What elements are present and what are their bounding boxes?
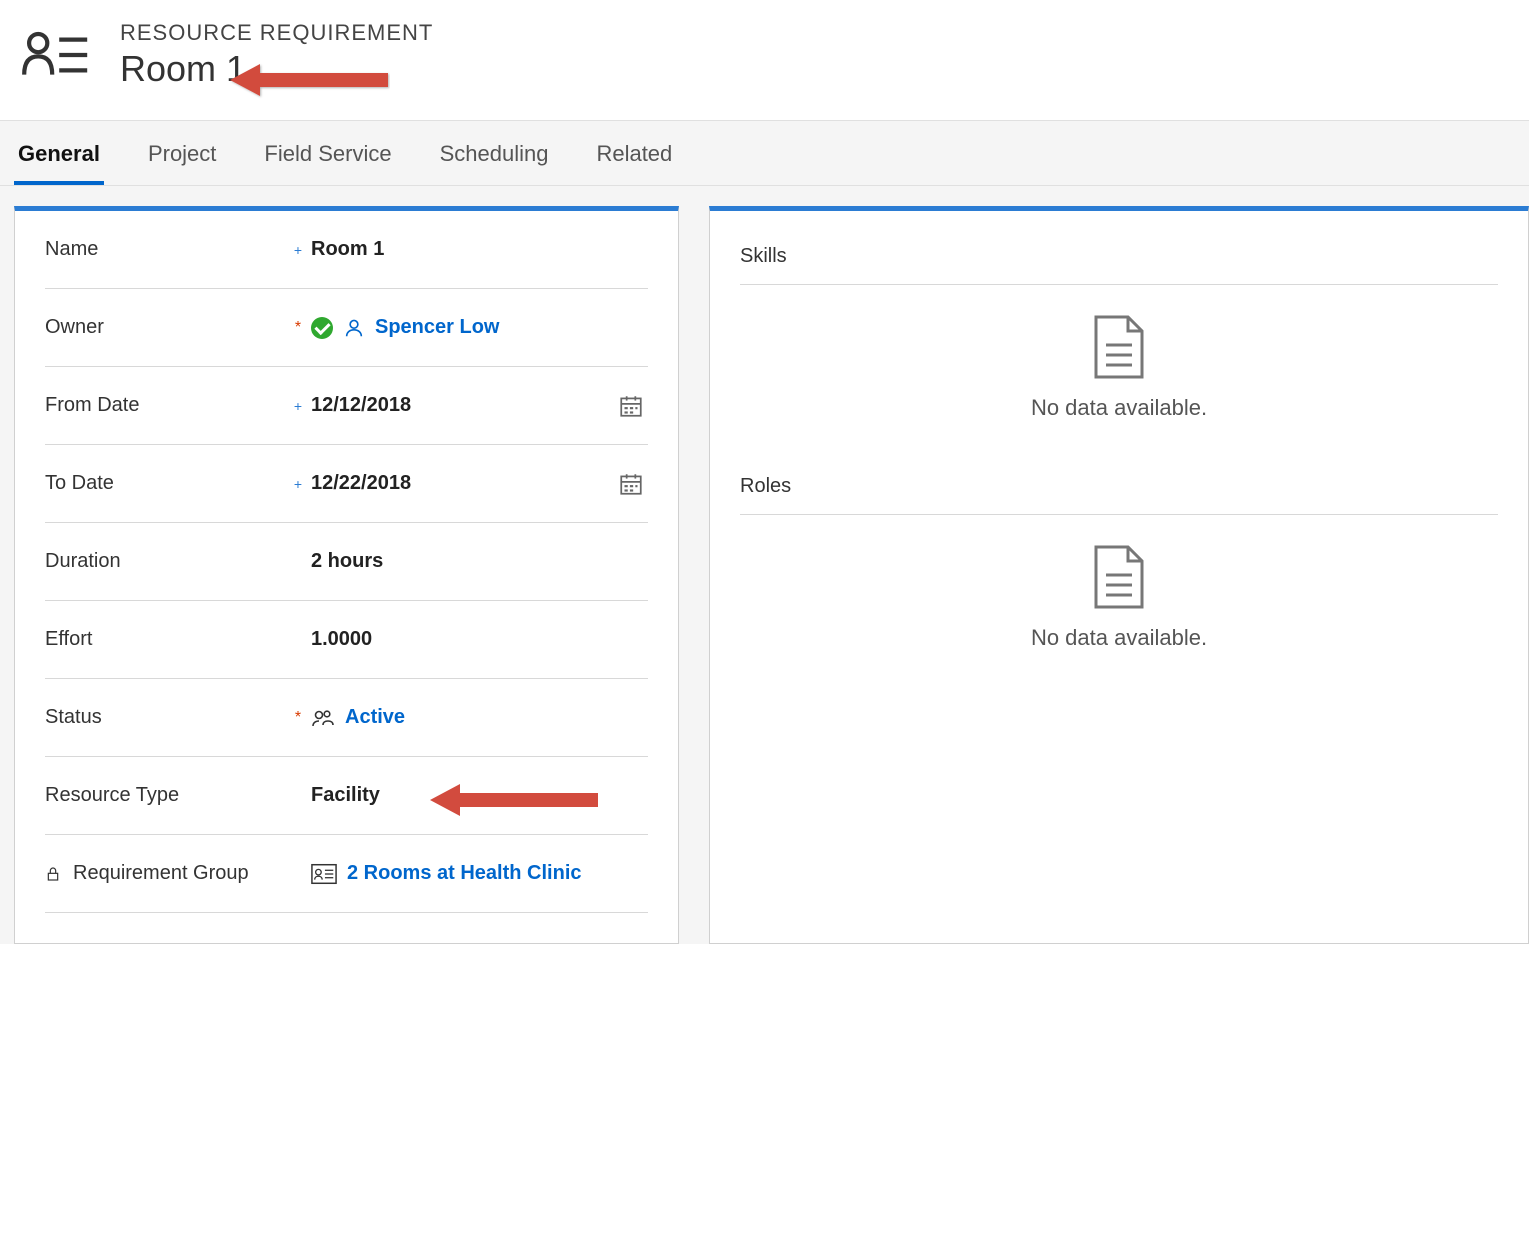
lock-icon — [45, 865, 61, 883]
field-value: Room 1 — [311, 238, 384, 261]
field-name[interactable]: Name + Room 1 — [45, 211, 648, 289]
annotation-arrow-icon — [230, 60, 390, 100]
field-owner[interactable]: Owner * Spencer Low — [45, 289, 648, 367]
field-label-text: Requirement Group — [73, 862, 249, 885]
empty-text: No data available. — [1031, 395, 1207, 421]
field-to-date[interactable]: To Date + 12/22/2018 — [45, 445, 648, 523]
field-label: Requirement Group — [45, 862, 285, 885]
calendar-icon[interactable] — [618, 393, 644, 419]
field-value: 12/12/2018 — [311, 394, 411, 417]
field-from-date[interactable]: From Date + 12/12/2018 — [45, 367, 648, 445]
field-label: Owner — [45, 316, 285, 339]
card-icon — [311, 863, 337, 885]
skills-empty-state: No data available. — [740, 285, 1498, 461]
field-requirement-group[interactable]: Requirement Group 2 Rooms at Health Clin… — [45, 835, 648, 913]
person-icon — [343, 317, 365, 339]
side-panel: Skills No data available. Roles No data … — [709, 206, 1529, 944]
field-effort[interactable]: Effort 1.0000 — [45, 601, 648, 679]
content-area: Name + Room 1 Owner * Spencer Low From D… — [0, 186, 1529, 944]
recommended-marker-icon: + — [285, 476, 311, 492]
field-label: From Date — [45, 394, 285, 417]
roles-heading: Roles — [740, 461, 1498, 515]
tab-project[interactable]: Project — [144, 135, 220, 185]
recommended-marker-icon: + — [285, 398, 311, 414]
status-link[interactable]: Active — [345, 706, 405, 729]
field-label: Duration — [45, 550, 285, 573]
presence-check-icon — [311, 317, 333, 339]
owner-link[interactable]: Spencer Low — [375, 316, 499, 339]
empty-text: No data available. — [1031, 625, 1207, 651]
document-icon — [1092, 545, 1146, 609]
entity-label: RESOURCE REQUIREMENT — [120, 20, 433, 46]
field-label: Name — [45, 238, 285, 261]
tab-scheduling[interactable]: Scheduling — [436, 135, 553, 185]
tab-field-service[interactable]: Field Service — [260, 135, 395, 185]
field-label: To Date — [45, 472, 285, 495]
entity-icon — [20, 20, 90, 90]
field-label: Effort — [45, 628, 285, 651]
status-icon — [311, 706, 335, 730]
requirement-group-link[interactable]: 2 Rooms at Health Clinic — [347, 862, 582, 885]
recommended-marker-icon: + — [285, 242, 311, 258]
field-label: Resource Type — [45, 784, 285, 807]
tabs-bar: General Project Field Service Scheduling… — [0, 120, 1529, 186]
field-duration[interactable]: Duration 2 hours — [45, 523, 648, 601]
calendar-icon[interactable] — [618, 471, 644, 497]
field-value: 1.0000 — [311, 628, 372, 651]
tab-general[interactable]: General — [14, 135, 104, 185]
field-value: Facility — [311, 784, 380, 807]
field-value: 2 hours — [311, 550, 383, 573]
document-icon — [1092, 315, 1146, 379]
field-label: Status — [45, 706, 285, 729]
skills-heading: Skills — [740, 231, 1498, 285]
form-panel: Name + Room 1 Owner * Spencer Low From D… — [14, 206, 679, 944]
annotation-arrow-icon — [430, 780, 600, 820]
roles-empty-state: No data available. — [740, 515, 1498, 691]
field-value: 12/22/2018 — [311, 472, 411, 495]
field-status[interactable]: Status * Active — [45, 679, 648, 757]
tab-related[interactable]: Related — [592, 135, 676, 185]
required-marker-icon: * — [285, 709, 311, 727]
required-marker-icon: * — [285, 319, 311, 337]
